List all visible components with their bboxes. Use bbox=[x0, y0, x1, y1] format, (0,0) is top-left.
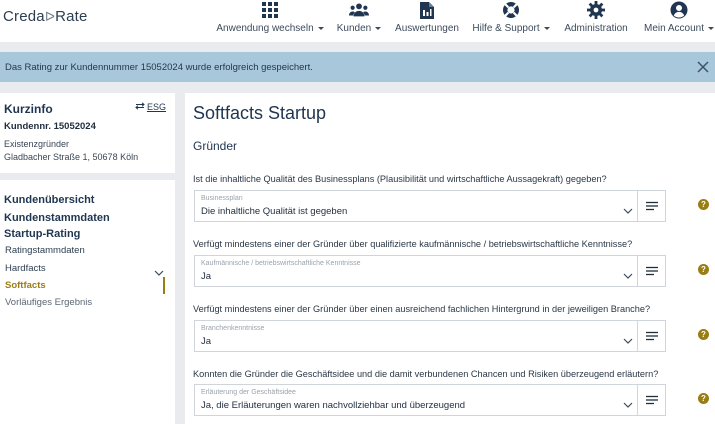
nav-label: Hilfe & Support bbox=[472, 23, 540, 34]
select-branchenkenntnisse[interactable]: Branchenkenntnisse Ja bbox=[194, 320, 666, 352]
nav-label: Anwendung wechseln bbox=[216, 23, 314, 34]
logo-text-creda: Creda bbox=[3, 8, 45, 25]
caret-down-icon bbox=[375, 27, 382, 30]
chevron-down-icon bbox=[623, 332, 633, 344]
sidebar-item-startup-rating[interactable]: Startup-Rating bbox=[4, 228, 80, 240]
account-icon bbox=[669, 1, 689, 19]
select-businessplan[interactable]: Businessplan Die inhaltliche Qualität is… bbox=[194, 190, 666, 222]
esg-link-label: ESG bbox=[146, 102, 166, 112]
sidebar-item-vorlaeufiges-ergebnis[interactable]: Vorläufiges Ergebnis bbox=[5, 297, 92, 308]
caret-down-icon bbox=[708, 27, 715, 30]
notes-icon bbox=[645, 331, 658, 341]
caret-down-icon bbox=[317, 27, 324, 30]
question-text: Verfügt mindestens einer der Gründer übe… bbox=[193, 304, 651, 314]
section-title: Gründer bbox=[193, 139, 238, 153]
app-logo[interactable]: CredaᐅRate bbox=[3, 8, 88, 25]
chevron-down-icon bbox=[623, 396, 633, 408]
document-icon bbox=[417, 1, 437, 19]
nav-label: Auswertungen bbox=[395, 23, 459, 34]
swap-arrows-icon bbox=[135, 102, 145, 112]
notes-button[interactable] bbox=[638, 385, 665, 415]
nav-kunden[interactable]: Kunden bbox=[336, 0, 382, 42]
logo-text-rate: Rate bbox=[55, 8, 88, 25]
success-banner: Das Rating zur Kundennummer 15052024 wur… bbox=[0, 52, 715, 82]
top-navigation: CredaᐅRate Anwendung wechseln Kunden Aus… bbox=[0, 0, 715, 42]
field-label: Businessplan bbox=[201, 195, 243, 202]
notes-icon bbox=[645, 201, 658, 211]
customer-number: Kundennr. 15052024 bbox=[4, 121, 96, 132]
active-indicator bbox=[163, 277, 165, 294]
kurzinfo-panel: Kurzinfo ESG Kundennr. 15052024 Existenz… bbox=[0, 93, 175, 173]
notes-icon bbox=[645, 266, 658, 276]
help-icon[interactable]: ? bbox=[698, 329, 709, 340]
chevron-down-icon bbox=[623, 267, 633, 279]
select-geschaeftsidee[interactable]: Erläuterung der Geschäftsidee Ja, die Er… bbox=[194, 384, 666, 416]
nav-label: Administration bbox=[564, 23, 628, 34]
question-text: Ist die inhaltliche Qualität des Busines… bbox=[193, 174, 607, 184]
field-value: Ja bbox=[201, 271, 212, 282]
notes-button[interactable] bbox=[638, 256, 665, 286]
notes-button[interactable] bbox=[638, 321, 665, 351]
page-title: Softfacts Startup bbox=[193, 103, 327, 123]
gear-icon bbox=[586, 1, 606, 19]
kurzinfo-title: Kurzinfo bbox=[4, 102, 53, 116]
caret-down-icon bbox=[543, 27, 550, 30]
field-label: Erläuterung der Geschäftsidee bbox=[201, 389, 296, 396]
notes-button[interactable] bbox=[638, 191, 665, 221]
chevron-down-icon[interactable] bbox=[154, 264, 164, 276]
sidebar-item-kundenuebersicht[interactable]: Kundenübersicht bbox=[4, 194, 94, 206]
esg-link[interactable]: ESG bbox=[135, 102, 166, 112]
sidebar-item-ratingstammdaten[interactable]: Ratingstammdaten bbox=[5, 245, 85, 256]
close-icon[interactable] bbox=[696, 60, 710, 74]
help-icon[interactable]: ? bbox=[698, 264, 709, 275]
field-value: Die inhaltliche Qualität ist gegeben bbox=[201, 206, 348, 217]
chevron-down-icon bbox=[623, 202, 633, 214]
banner-message: Das Rating zur Kundennummer 15052024 wur… bbox=[5, 61, 313, 73]
select-kaufmaennische-kenntnisse[interactable]: Kaufmännische / betriebswirtschaftliche … bbox=[194, 255, 666, 287]
field-value: Ja bbox=[201, 336, 212, 347]
notes-icon bbox=[645, 395, 658, 405]
question-text: Verfügt mindestens einer der Gründer übe… bbox=[193, 239, 633, 249]
main-content: Softfacts Startup Gründer Ist die inhalt… bbox=[185, 93, 715, 424]
field-label: Kaufmännische / betriebswirtschaftliche … bbox=[201, 260, 361, 267]
sidebar-item-softfacts[interactable]: Softfacts bbox=[5, 280, 46, 291]
nav-label: Mein Account bbox=[643, 23, 705, 34]
sidebar-item-hardfacts[interactable]: Hardfacts bbox=[5, 263, 46, 274]
question-text: Konnten die Gründer die Geschäftsidee un… bbox=[193, 369, 659, 379]
users-icon bbox=[349, 1, 369, 19]
sidebar-navigation: Kundenübersicht Kundenstammdaten Startup… bbox=[0, 180, 175, 424]
nav-label: Kunden bbox=[336, 23, 372, 34]
field-label: Branchenkenntnisse bbox=[201, 325, 265, 332]
help-icon[interactable]: ? bbox=[698, 199, 709, 210]
nav-administration[interactable]: Administration bbox=[564, 0, 628, 42]
customer-address: Gladbacher Straße 1, 50678 Köln bbox=[4, 152, 139, 162]
field-value: Ja, die Erläuterungen waren nachvollzieh… bbox=[201, 400, 466, 411]
nav-auswertungen[interactable]: Auswertungen bbox=[395, 0, 459, 42]
lifebuoy-icon bbox=[501, 1, 521, 19]
nav-anwendung-wechseln[interactable]: Anwendung wechseln bbox=[216, 0, 324, 42]
grid-icon bbox=[260, 1, 280, 19]
nav-mein-account[interactable]: Mein Account bbox=[643, 0, 715, 42]
logo-separator: ᐅ bbox=[44, 9, 56, 24]
sidebar-item-kundenstammdaten[interactable]: Kundenstammdaten bbox=[4, 212, 110, 224]
help-icon[interactable]: ? bbox=[698, 393, 709, 404]
nav-hilfe-support[interactable]: Hilfe & Support bbox=[472, 0, 550, 42]
customer-type: Existenzgründer bbox=[4, 139, 70, 149]
